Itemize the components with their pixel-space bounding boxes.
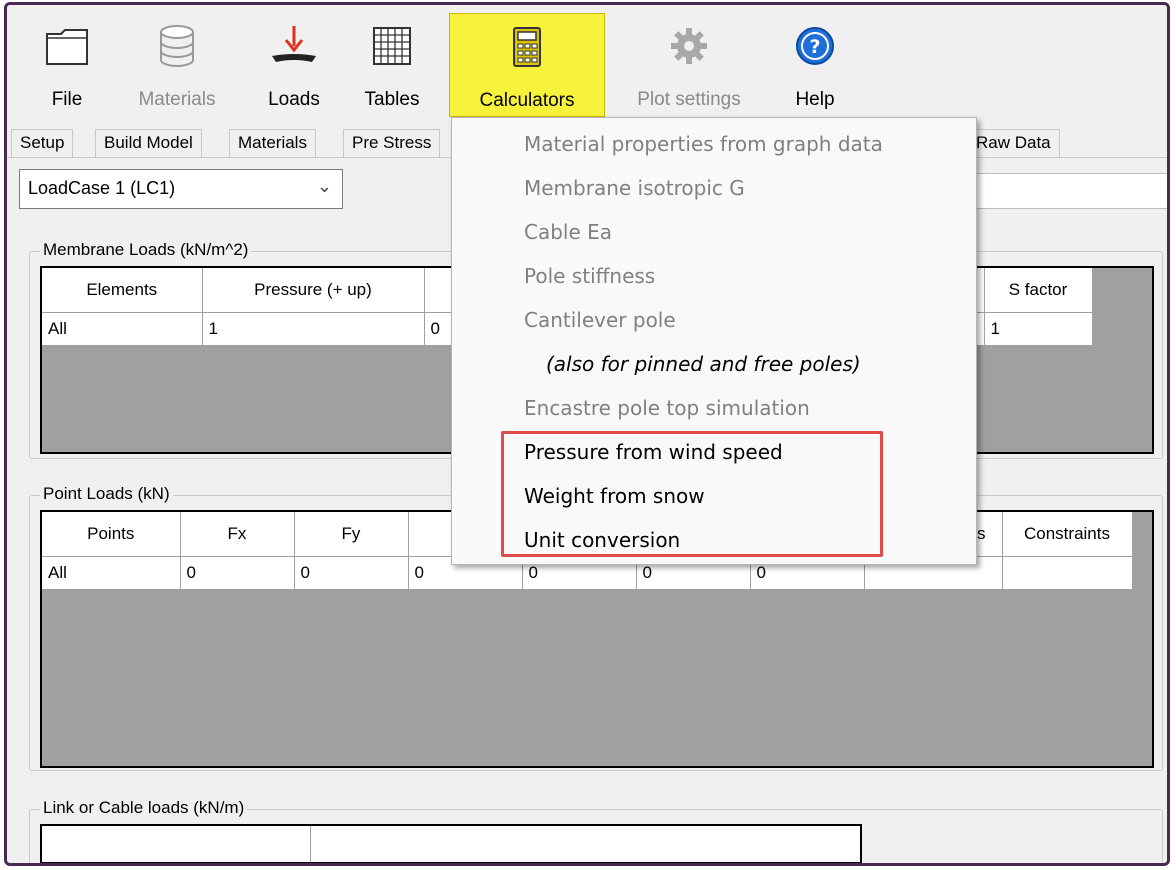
materials-label: Materials [138,89,216,110]
menu-item-encastre-pole-top[interactable]: Encastre pole top simulation [524,396,810,420]
menu-item-cantilever-pole[interactable]: Cantilever pole [524,308,676,332]
loads-button[interactable]: Loads [259,13,329,115]
load-arrow-icon [268,17,320,75]
highlight-box [501,431,883,557]
point-loads-title: Point Loads (kN) [40,484,173,504]
tab-build-model[interactable]: Build Model [95,129,202,157]
help-label: Help [795,89,835,110]
header-s-factor[interactable]: S factor [984,268,1093,313]
cell-fx[interactable]: 0 [180,556,295,590]
header-pressure[interactable]: Pressure (+ up) [202,268,425,313]
tab-setup[interactable]: Setup [11,129,74,157]
file-button[interactable]: File [37,13,97,115]
loadcase-select[interactable]: LoadCase 1 (LC1) ⌄ [19,169,343,209]
calculators-button[interactable]: Calculators [449,13,605,117]
app-window: File Materials Loads Tables Calculators [4,2,1170,866]
header-constraints[interactable]: Constraints [1002,512,1133,557]
tab-materials[interactable]: Materials [229,129,316,157]
tables-label: Tables [364,89,420,110]
tab-raw-data[interactable]: Raw Data [967,129,1060,157]
gear-icon [669,17,709,75]
ribbon-toolbar: File Materials Loads Tables Calculators [7,5,1167,119]
loads-label: Loads [268,89,320,110]
cell-pressure[interactable]: 1 [202,312,425,346]
header-fy[interactable]: Fy [294,512,409,557]
link-loads-group: Link or Cable loads (kN/m) [29,798,1163,863]
menu-item-membrane-isotropic-g[interactable]: Membrane isotropic G [524,176,745,200]
loadcase-description-field[interactable] [967,173,1167,209]
calculators-label: Calculators [479,90,575,111]
database-icon [157,17,197,75]
tab-pre-stress[interactable]: Pre Stress [343,129,441,157]
loadcase-value: LoadCase 1 (LC1) [28,178,176,198]
header-elements[interactable]: Elements [42,268,203,313]
grid-divider [310,826,311,862]
membrane-loads-title: Membrane Loads (kN/m^2) [40,240,252,260]
file-label: File [51,89,83,110]
menu-item-cable-ea[interactable]: Cable Ea [524,220,612,244]
svg-text:?: ? [809,36,820,58]
header-points[interactable]: Points [42,512,181,557]
tables-button[interactable]: Tables [357,13,427,115]
chevron-down-icon: ⌄ [316,176,332,196]
cell-fy[interactable]: 0 [294,556,409,590]
help-question-icon: ? [795,17,835,75]
menu-item-pole-stiffness[interactable]: Pole stiffness [524,264,655,288]
table-grid-icon [372,17,412,75]
cell-s-factor[interactable]: 1 [984,312,1093,346]
cell-points[interactable]: All [42,556,181,590]
materials-button[interactable]: Materials [127,13,227,115]
plot-settings-label: Plot settings [637,89,741,110]
cell-constraints[interactable] [1002,556,1133,590]
menu-item-material-properties[interactable]: Material properties from graph data [524,132,883,156]
header-fx[interactable]: Fx [180,512,295,557]
folder-icon [45,17,89,75]
link-loads-title: Link or Cable loads (kN/m) [40,798,248,818]
help-button[interactable]: ? Help [783,13,847,115]
menu-item-cantilever-note: (also for pinned and free poles) [546,352,861,376]
plot-settings-button[interactable]: Plot settings [619,13,759,115]
cell-elements[interactable]: All [42,312,203,346]
calculator-icon [512,18,542,76]
link-loads-grid[interactable] [40,824,862,863]
